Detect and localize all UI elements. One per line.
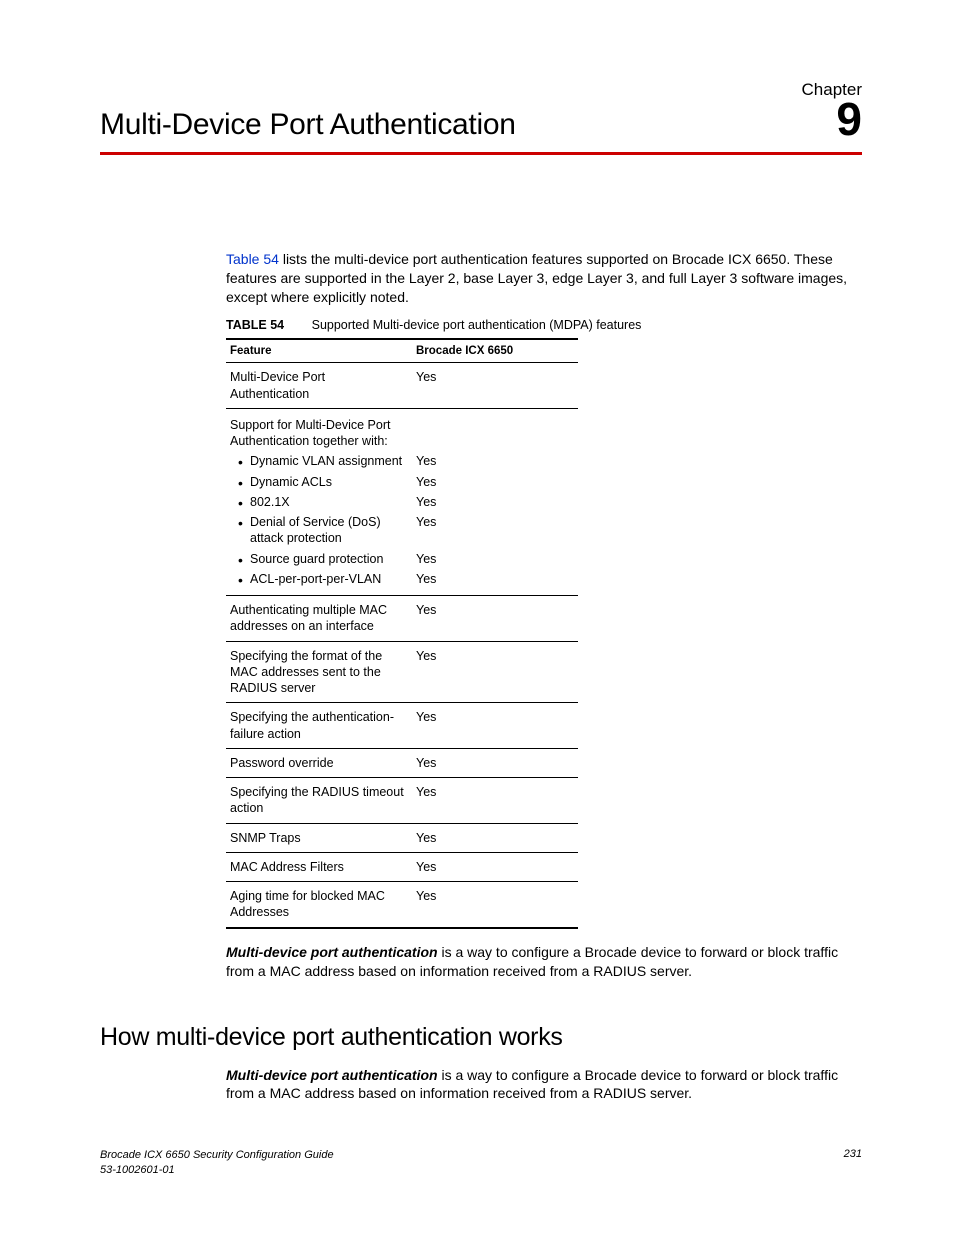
table-row: • Dynamic ACLs Yes xyxy=(226,472,578,492)
chapter-title: Multi-Device Port Authentication xyxy=(100,108,516,142)
table-row: • Denial of Service (DoS) attack protecti… xyxy=(226,512,578,549)
value-cell: Yes xyxy=(412,852,578,881)
bullet-icon: • xyxy=(230,494,238,510)
feature-cell: Support for Multi-Device Port Authentica… xyxy=(226,408,412,451)
table-row: Aging time for blocked MAC AddressesYes xyxy=(226,882,578,928)
table-label-number: TABLE 54 xyxy=(226,318,284,332)
table-row: Specifying the RADIUS timeout actionYes xyxy=(226,778,578,824)
chapter-divider xyxy=(100,152,862,155)
bullet-text: 802.1X xyxy=(250,494,404,510)
section-term: Multi-device port authentication xyxy=(226,1067,438,1083)
bullet-icon: • xyxy=(230,453,238,469)
footer-page-number: 231 xyxy=(844,1148,862,1177)
feature-cell: • ACL-per-port-per-VLAN xyxy=(226,569,412,596)
value-cell: Yes xyxy=(412,549,578,569)
feature-cell: Authenticating multiple MAC addresses on… xyxy=(226,596,412,642)
feature-cell: Multi-Device Port Authentication xyxy=(226,363,412,409)
value-cell: Yes xyxy=(412,363,578,409)
bullet-text: Dynamic VLAN assignment xyxy=(250,453,404,469)
table-row: • ACL-per-port-per-VLAN Yes xyxy=(226,569,578,596)
table-row: Password overrideYes xyxy=(226,748,578,777)
bullet-text: Source guard protection xyxy=(250,551,404,567)
definition-term: Multi-device port authentication xyxy=(226,944,438,960)
feature-cell: • Dynamic ACLs xyxy=(226,472,412,492)
bullet-icon: • xyxy=(230,514,238,547)
table-row: Authenticating multiple MAC addresses on… xyxy=(226,596,578,642)
table-row: Support for Multi-Device Port Authentica… xyxy=(226,408,578,451)
table-row: SNMP TrapsYes xyxy=(226,823,578,852)
value-cell: Yes xyxy=(412,882,578,928)
section-paragraph: Multi-device port authentication is a wa… xyxy=(226,1066,862,1104)
features-tbody: Multi-Device Port AuthenticationYesSuppo… xyxy=(226,363,578,928)
feature-cell: Specifying the RADIUS timeout action xyxy=(226,778,412,824)
body: Table 54 lists the multi-device port aut… xyxy=(226,250,862,981)
table-row: Specifying the format of the MAC address… xyxy=(226,641,578,703)
table-row: • Dynamic VLAN assignment Yes xyxy=(226,451,578,471)
chapter-header: Multi-Device Port Authentication 9 xyxy=(100,96,862,142)
value-cell: Yes xyxy=(412,703,578,749)
value-cell: Yes xyxy=(412,451,578,471)
value-cell xyxy=(412,408,578,451)
bullet-text: ACL-per-port-per-VLAN xyxy=(250,571,404,587)
table-caption: TABLE 54 Supported Multi-device port aut… xyxy=(226,317,862,334)
bullet-icon: • xyxy=(230,551,238,567)
table-header-device: Brocade ICX 6650 xyxy=(412,339,578,363)
value-cell: Yes xyxy=(412,778,578,824)
features-table: Feature Brocade ICX 6650 Multi-Device Po… xyxy=(226,338,578,929)
intro-paragraph: Table 54 lists the multi-device port aut… xyxy=(226,250,862,307)
footer-doc-number: 53-1002601-01 xyxy=(100,1163,334,1177)
bullet-text: Denial of Service (DoS) attack protectio… xyxy=(250,514,404,547)
feature-cell: Aging time for blocked MAC Addresses xyxy=(226,882,412,928)
bullet-text: Dynamic ACLs xyxy=(250,474,404,490)
bullet-icon: • xyxy=(230,571,238,587)
feature-cell: Specifying the authentication-failure ac… xyxy=(226,703,412,749)
table-label-title: Supported Multi-device port authenticati… xyxy=(312,318,642,332)
value-cell: Yes xyxy=(412,641,578,703)
value-cell: Yes xyxy=(412,512,578,549)
value-cell: Yes xyxy=(412,492,578,512)
table-row: MAC Address FiltersYes xyxy=(226,852,578,881)
feature-cell: Password override xyxy=(226,748,412,777)
footer-left: Brocade ICX 6650 Security Configuration … xyxy=(100,1148,334,1177)
bullet-icon: • xyxy=(230,474,238,490)
feature-cell: • Source guard protection xyxy=(226,549,412,569)
value-cell: Yes xyxy=(412,823,578,852)
feature-cell: • Dynamic VLAN assignment xyxy=(226,451,412,471)
table-header-feature: Feature xyxy=(226,339,412,363)
feature-cell: • Denial of Service (DoS) attack protecti… xyxy=(226,512,412,549)
definition-paragraph: Multi-device port authentication is a wa… xyxy=(226,943,862,981)
table-row: • Source guard protection Yes xyxy=(226,549,578,569)
intro-text: lists the multi-device port authenticati… xyxy=(226,251,847,305)
section-heading: How multi-device port authentication wor… xyxy=(100,1023,862,1052)
value-cell: Yes xyxy=(412,748,578,777)
page: Chapter Multi-Device Port Authentication… xyxy=(0,0,954,1235)
feature-cell: Specifying the format of the MAC address… xyxy=(226,641,412,703)
table-row: Specifying the authentication-failure ac… xyxy=(226,703,578,749)
table-row: Multi-Device Port AuthenticationYes xyxy=(226,363,578,409)
table-row: • 802.1X Yes xyxy=(226,492,578,512)
feature-cell: SNMP Traps xyxy=(226,823,412,852)
value-cell: Yes xyxy=(412,569,578,596)
footer-doc-title: Brocade ICX 6650 Security Configuration … xyxy=(100,1148,334,1162)
value-cell: Yes xyxy=(412,596,578,642)
feature-cell: • 802.1X xyxy=(226,492,412,512)
page-footer: Brocade ICX 6650 Security Configuration … xyxy=(100,1148,862,1177)
feature-cell: MAC Address Filters xyxy=(226,852,412,881)
value-cell: Yes xyxy=(412,472,578,492)
chapter-number: 9 xyxy=(836,96,862,142)
table-xref-link[interactable]: Table 54 xyxy=(226,251,279,267)
section-body: Multi-device port authentication is a wa… xyxy=(226,1066,862,1104)
